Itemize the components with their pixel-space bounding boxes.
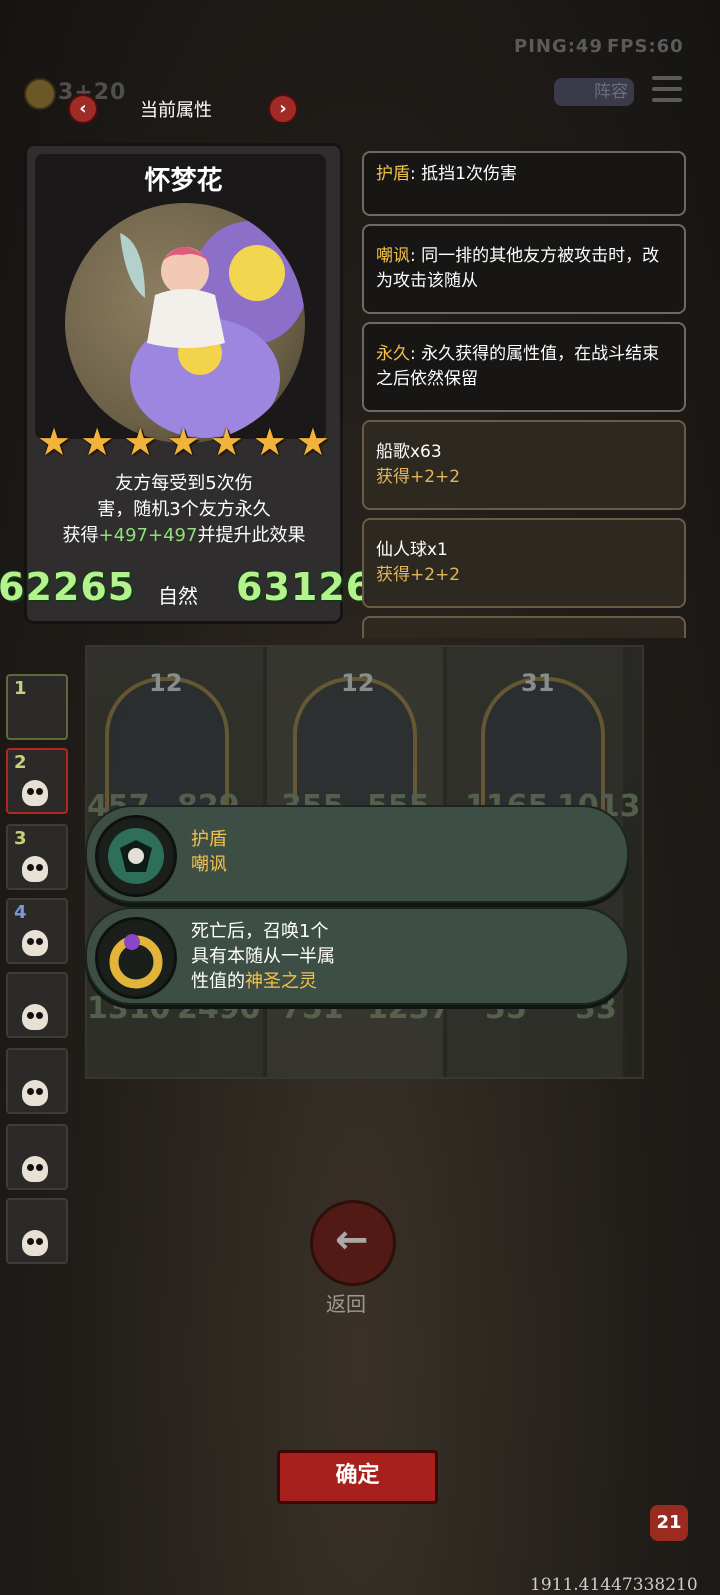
skull-icon — [22, 1230, 48, 1256]
lineup-slot-2[interactable]: 2 — [6, 748, 68, 814]
buff-source-item: 仙人球x1 获得+2+2 — [362, 518, 686, 608]
lineup-slot-5[interactable] — [6, 972, 68, 1038]
attack-bonus: +497 — [98, 525, 148, 546]
star-icon: ★ — [209, 420, 244, 464]
lineup-slot-3[interactable]: 3 — [6, 824, 68, 890]
minion-level: 12 — [341, 669, 375, 697]
star-icon: ★ — [166, 420, 201, 464]
lineup-slot-4[interactable]: 4 — [6, 898, 68, 964]
next-arrow-button[interactable]: › — [268, 94, 298, 124]
lineup-slot-6[interactable] — [6, 1048, 68, 1114]
unit-ability-text: 友方每受到5次伤 害，随机3个友方永久 获得+497+497并提升此效果 — [62, 473, 306, 546]
star-rating: ★ ★ ★ ★ ★ ★ ★ — [37, 423, 330, 463]
lineup-slot-1[interactable]: 1 — [6, 674, 68, 740]
keyword-info-shield: 护盾: 抵挡1次伤害 — [362, 151, 686, 216]
ring-icon — [95, 917, 177, 999]
star-icon: ★ — [295, 420, 330, 464]
coordinate-readout: 1911.41447338210 — [530, 1575, 698, 1595]
deathrattle-popup: 死亡后，召唤1个 具有本随从一半属 性值的神圣之灵 — [85, 907, 629, 1005]
popup-keyword: 护盾 — [191, 829, 227, 850]
lineup-button[interactable]: 阵容 — [554, 78, 634, 106]
keyword-info-permanent: 永久: 永久获得的属性值，在战斗结束之后依然保留 — [362, 322, 686, 412]
minion-level: 31 — [521, 669, 555, 697]
shield-taunt-icon — [95, 815, 177, 897]
keyword-info-taunt: 嘲讽: 同一排的其他友方被攻击时，改为攻击该随从 — [362, 224, 686, 314]
health-badge: 21 — [650, 1505, 688, 1541]
skull-icon — [22, 1080, 48, 1106]
summon-keyword: 神圣之灵 — [245, 971, 317, 992]
unit-element: 自然 — [158, 584, 198, 608]
unit-attack: 62265 — [0, 565, 136, 609]
unit-health: 63126 — [236, 565, 374, 609]
buff-source-item: 船歌x63 获得+2+2 — [362, 420, 686, 510]
back-button[interactable]: ← — [310, 1200, 396, 1286]
skull-icon — [22, 780, 48, 806]
star-icon: ★ — [123, 420, 158, 464]
skull-icon — [22, 1004, 48, 1030]
unit-portrait — [65, 203, 305, 443]
back-label[interactable]: 返回 — [326, 1288, 366, 1317]
unit-name: 怀梦花 — [144, 166, 223, 196]
skull-icon — [22, 1156, 48, 1182]
minion-level: 12 — [149, 669, 183, 697]
skull-icon — [22, 930, 48, 956]
star-icon: ★ — [37, 420, 72, 464]
lineup-slot-8[interactable] — [6, 1198, 68, 1264]
health-bonus: +497 — [148, 525, 198, 546]
popup-keyword: 嘲讽 — [191, 854, 227, 875]
buff-source-item-partial — [362, 616, 686, 638]
coin-icon — [24, 78, 56, 110]
star-icon: ★ — [252, 420, 287, 464]
back-arrow-icon: ← — [335, 1217, 369, 1263]
menu-icon[interactable] — [652, 76, 682, 102]
star-icon: ★ — [80, 420, 115, 464]
fps-readout: FPS:60 — [607, 36, 684, 57]
unit-card: 怀梦花 ★ ★ ★ ★ ★ ★ ★ 友方每受到5次伤 害，随机3个友方永久 获得… — [24, 143, 343, 624]
skull-icon — [22, 856, 48, 882]
keyword-popup: 护盾 嘲讽 — [85, 805, 629, 903]
ping-readout: PING:49 — [514, 36, 603, 57]
confirm-button[interactable]: 确定 — [277, 1450, 438, 1504]
lineup-slot-7[interactable] — [6, 1124, 68, 1190]
page-title: 当前属性 — [140, 100, 212, 121]
prev-arrow-button[interactable]: ‹ — [68, 94, 98, 124]
